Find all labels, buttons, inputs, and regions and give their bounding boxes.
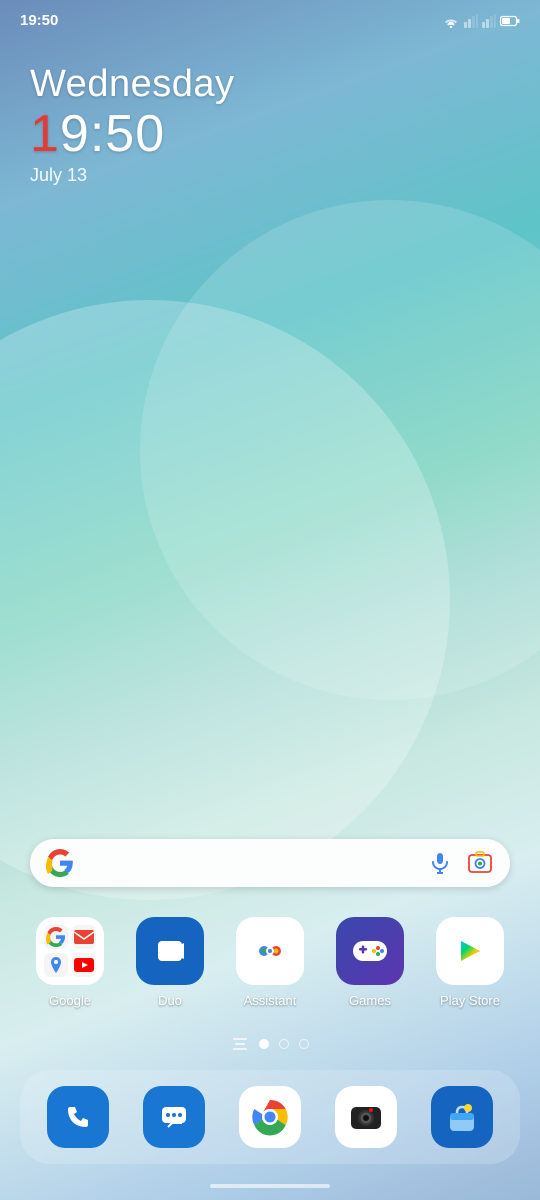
google-folder-icon [36,917,104,985]
duo-label: Duo [158,993,182,1008]
time-label: 19:50 [30,106,510,163]
maps-folder-icon [44,953,68,977]
search-right-icons [426,849,494,877]
wallet-icon [431,1086,493,1148]
app-grid-row: Google Duo [20,917,520,1008]
day-label: Wednesday [30,63,510,106]
search-bar[interactable] [30,839,510,887]
dock-camera[interactable] [335,1086,397,1148]
camera-icon [335,1086,397,1148]
dock-messages[interactable] [143,1086,205,1148]
dock-phone[interactable] [47,1086,109,1148]
status-icons [442,14,520,28]
home-bar [210,1184,330,1188]
status-bar: 19:50 [0,0,540,33]
assistant-icon [236,917,304,985]
google-g-icon [46,849,74,877]
page-indicator-3[interactable] [299,1039,309,1049]
phone-icon [47,1086,109,1148]
status-time: 19:50 [20,12,58,29]
page-indicator-2[interactable] [279,1039,289,1049]
time-rest: 9:50 [60,105,165,163]
games-icon [336,917,404,985]
wifi-icon [442,14,460,28]
app-grid: Google Duo [0,917,540,1028]
time-red-digit: 1 [30,105,60,163]
page-indicator-1[interactable] [259,1039,269,1049]
camera-search-icon[interactable] [466,849,494,877]
app-google-folder[interactable]: Google [26,917,114,1008]
chrome-icon [239,1086,301,1148]
google-g-folder-icon [44,925,68,949]
date-label: July 13 [30,165,510,186]
app-assistant[interactable]: Assistant [226,917,314,1008]
playstore-icon [436,917,504,985]
dock [20,1070,520,1164]
gmail-folder-icon [72,925,96,949]
messages-icon [143,1086,205,1148]
google-folder-label: Google [49,993,91,1008]
signal2-icon [482,14,496,28]
games-label: Games [349,993,391,1008]
clock-area: Wednesday 19:50 July 13 [0,33,540,196]
assistant-label: Assistant [244,993,297,1008]
duo-icon [136,917,204,985]
search-bar-container [0,839,540,917]
page-indicators [0,1028,540,1070]
dock-wallet[interactable] [431,1086,493,1148]
home-indicator [0,1184,540,1200]
battery-icon [500,15,520,27]
signal1-icon [464,14,478,28]
app-playstore[interactable]: Play Store [426,917,514,1008]
playstore-label: Play Store [440,993,500,1008]
youtube-folder-icon [72,953,96,977]
page-indicator-applist[interactable] [231,1038,249,1050]
microphone-icon[interactable] [426,849,454,877]
app-games[interactable]: Games [326,917,414,1008]
dock-chrome[interactable] [239,1086,301,1148]
app-duo[interactable]: Duo [126,917,214,1008]
